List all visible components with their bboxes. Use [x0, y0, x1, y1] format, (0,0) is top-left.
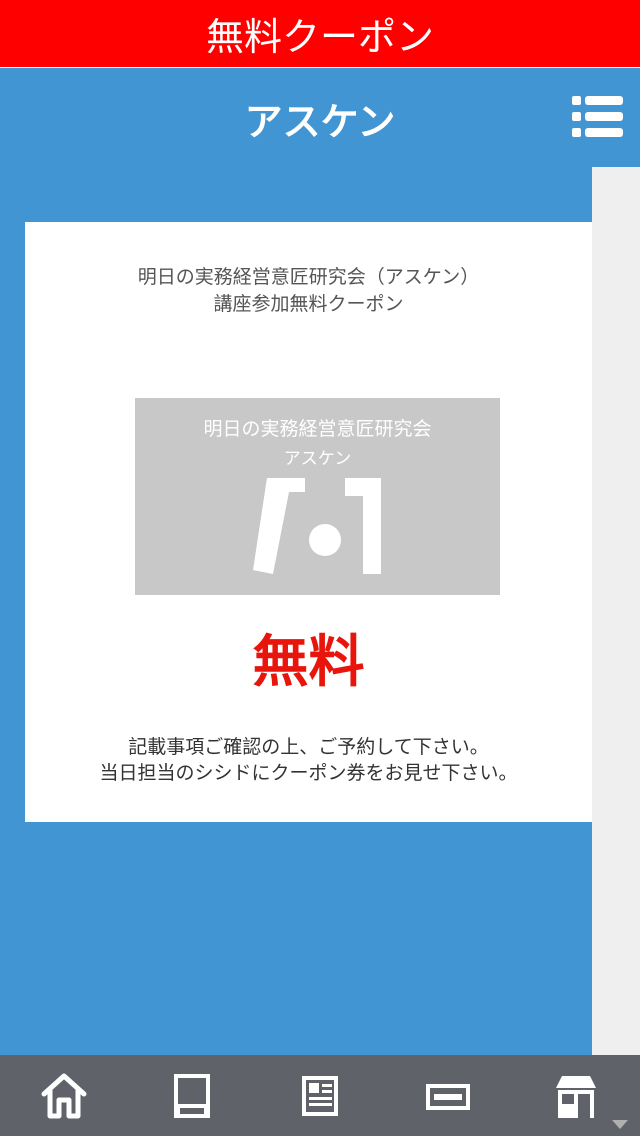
coupon-note-line1: 記載事項ご確認の上、ご予約して下さい。	[128, 736, 489, 758]
coupon-heading: 明日の実務経営意匠研究会（アスケン） 講座参加無料クーポン	[25, 264, 592, 318]
app-banner: 無料クーポン	[0, 0, 640, 68]
coupon-card: 明日の実務経営意匠研究会（アスケン） 講座参加無料クーポン 明日の実務経営意匠研…	[25, 222, 592, 822]
scroll-down-arrow-icon[interactable]	[612, 1120, 628, 1129]
menu-button[interactable]	[570, 94, 626, 140]
tab-coupon[interactable]	[418, 1066, 478, 1126]
shop-icon	[556, 1075, 596, 1118]
free-badge: 無料	[252, 630, 365, 695]
asken-logo-mark	[253, 478, 381, 574]
news-icon	[302, 1075, 338, 1116]
logo-text-line2: アスケン	[283, 449, 352, 469]
page-title: アスケン	[244, 100, 396, 144]
tab-home[interactable]	[34, 1066, 94, 1126]
logo-text-line1: 明日の実務経営意匠研究会	[203, 418, 432, 440]
tab-news[interactable]	[290, 1066, 350, 1126]
coupon-icon	[426, 1083, 470, 1110]
coupon-note-line2: 当日担当のシシドにクーポン券をお見せ下さい。	[99, 762, 518, 784]
logo-image: 明日の実務経営意匠研究会 アスケン	[135, 398, 500, 595]
footer-tabbar	[0, 1055, 640, 1136]
tab-shop[interactable]	[546, 1066, 606, 1126]
coupon-note: 記載事項ご確認の上、ご予約して下さい。 当日担当のシシドにクーポン券をお見せ下さ…	[25, 734, 592, 786]
banner-title: 無料クーポン	[205, 15, 434, 59]
home-icon	[41, 1073, 87, 1118]
scrollbar[interactable]	[592, 167, 640, 1055]
list-menu-icon	[572, 96, 623, 137]
tab-menu[interactable]	[162, 1066, 222, 1126]
header-bar: アスケン	[0, 69, 640, 167]
coupon-heading-line2: 講座参加無料クーポン	[213, 293, 404, 315]
coupon-heading-line1: 明日の実務経営意匠研究会（アスケン）	[137, 266, 480, 288]
menu-book-icon	[174, 1073, 210, 1118]
